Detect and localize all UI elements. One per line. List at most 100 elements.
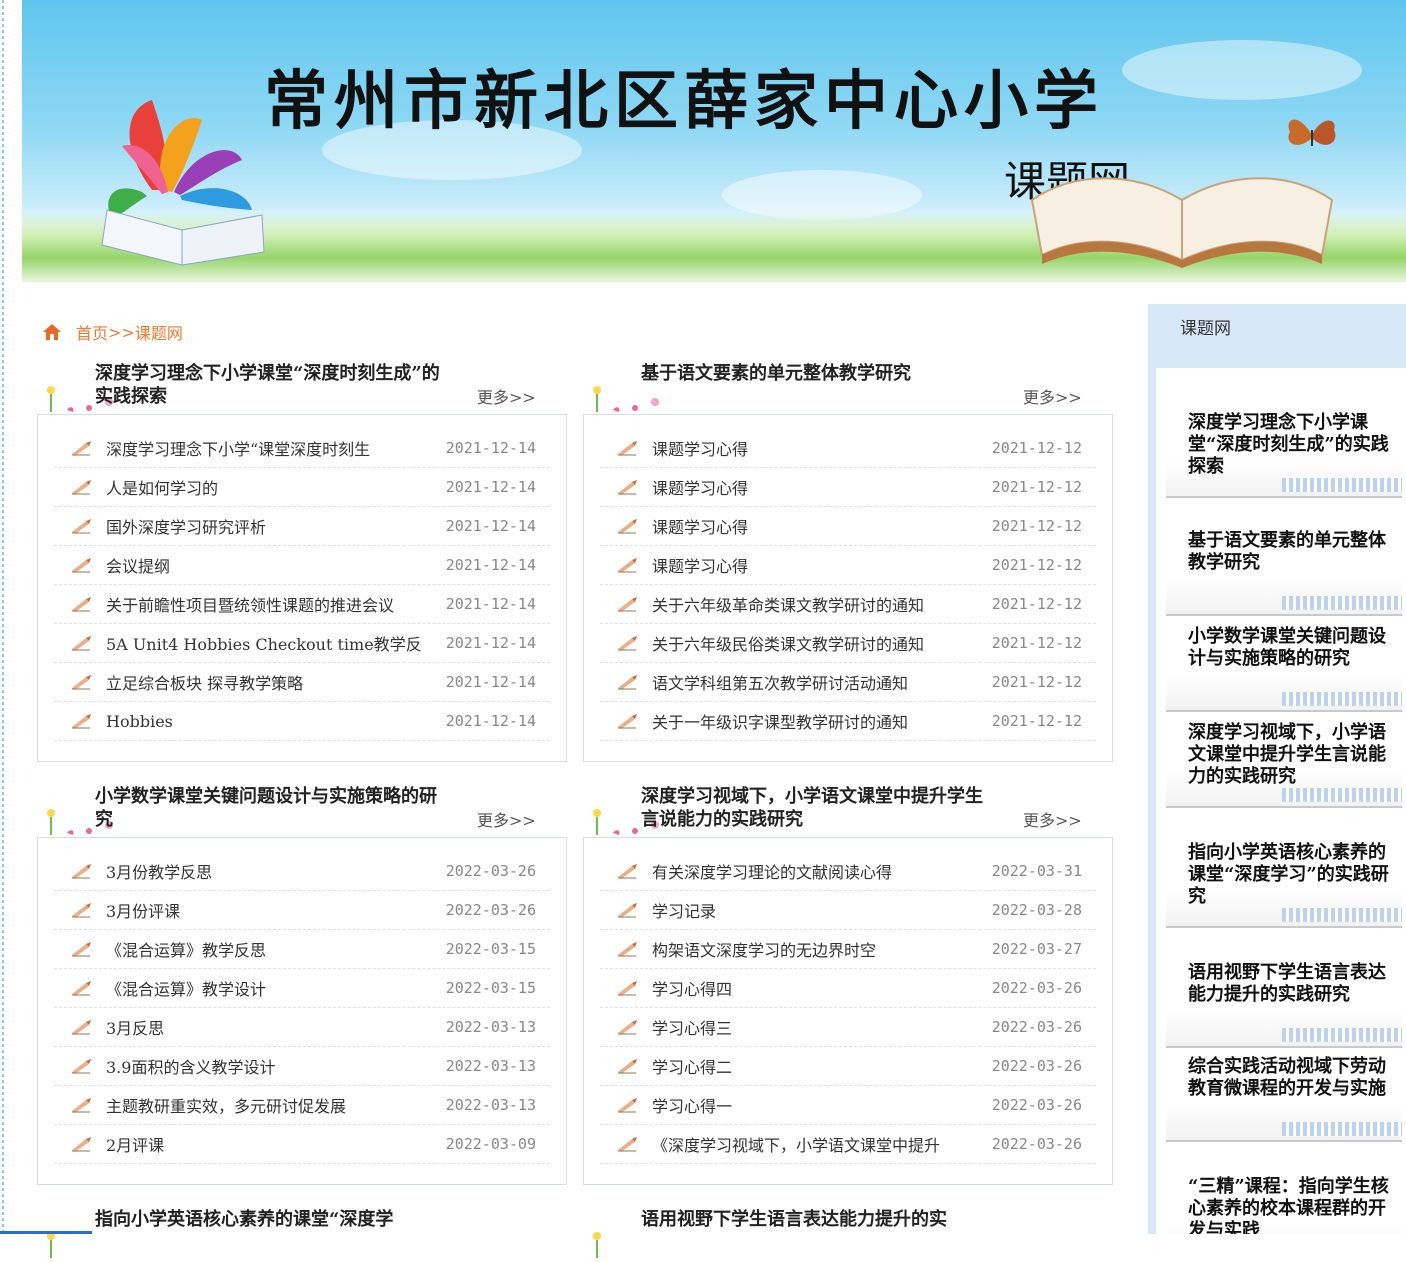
- breadcrumb: 首页 >> 课题网: [42, 320, 183, 344]
- article-link[interactable]: 学习心得三: [652, 1015, 980, 1039]
- article-link[interactable]: 3月份教学反思: [106, 859, 434, 883]
- article-link[interactable]: 学习心得一: [652, 1093, 980, 1117]
- article-link[interactable]: 人是如何学习的: [106, 475, 434, 499]
- more-link[interactable]: 更多>>: [477, 807, 536, 831]
- pencil-icon: [618, 597, 637, 612]
- article-date: 2021-12-14: [445, 595, 536, 613]
- pencil-icon: [618, 441, 637, 456]
- list-item: 有关深度学习理论的文献阅读心得 2022-03-31: [600, 852, 1096, 891]
- article-date: 2022-03-26: [991, 1057, 1082, 1075]
- article-link[interactable]: 关于六年级民俗类课文教学研讨的通知: [652, 631, 980, 655]
- book-splash-logo: [101, 100, 265, 266]
- article-link[interactable]: 5A Unit4 Hobbies Checkout time教学反: [106, 631, 434, 655]
- sidebar-item-link[interactable]: 语用视野下学生语言表达能力提升的实践研究: [1188, 962, 1396, 1006]
- sidebar-item[interactable]: 深度学习视域下，小学语文课堂中提升学生言说能力的实践研究: [1166, 714, 1402, 808]
- pencil-icon: [72, 903, 91, 918]
- panel-title[interactable]: 语用视野下学生语言表达能力提升的实: [641, 1208, 1021, 1231]
- page-left-border: [2, 0, 4, 1234]
- sidebar-item[interactable]: 综合实践活动视域下劳动教育微课程的开发与实施: [1166, 1048, 1402, 1142]
- pencil-icon: [618, 942, 637, 957]
- sidebar-item[interactable]: 指向小学英语核心素养的课堂“深度学习”的实践研究: [1166, 834, 1402, 928]
- article-link[interactable]: 学习记录: [652, 898, 980, 922]
- list-item: 学习记录 2022-03-28: [600, 891, 1096, 930]
- stripe-decoration: [1282, 1028, 1402, 1042]
- panel-title[interactable]: 深度学习理念下小学课堂“深度时刻生成”的实践探索: [95, 362, 445, 408]
- breadcrumb-separator: >>: [108, 322, 135, 342]
- sidebar-item[interactable]: 基于语文要素的单元整体教学研究: [1166, 522, 1402, 616]
- list-item: 2月评课 2022-03-09: [54, 1125, 550, 1164]
- sidebar-item[interactable]: 深度学习理念下小学课堂“深度时刻生成”的实践探索: [1166, 404, 1402, 498]
- pencil-icon: [618, 480, 637, 495]
- article-link[interactable]: 有关深度学习理论的文献阅读心得: [652, 859, 980, 883]
- sidebar-title: 课题网: [1180, 319, 1231, 339]
- article-link[interactable]: 深度学习理念下小学“课堂深度时刻生: [106, 436, 434, 460]
- breadcrumb-current-link[interactable]: 课题网: [135, 320, 183, 344]
- article-link[interactable]: 关于六年级革命类课文教学研讨的通知: [652, 592, 980, 616]
- sidebar-item-link[interactable]: 基于语文要素的单元整体教学研究: [1188, 530, 1396, 574]
- sidebar-item-link[interactable]: “三精”课程：指向学生核心素养的校本课程群的开发与实践: [1188, 1176, 1396, 1234]
- home-icon: [43, 324, 61, 340]
- article-date: 2021-12-12: [991, 673, 1082, 691]
- article-date: 2022-03-31: [991, 862, 1082, 880]
- article-link[interactable]: 学习心得二: [652, 1054, 980, 1078]
- article-date: 2022-03-26: [991, 1096, 1082, 1114]
- article-link[interactable]: 课题学习心得: [652, 436, 980, 460]
- article-link[interactable]: 3.9面积的含义教学设计: [106, 1054, 434, 1078]
- article-link[interactable]: Hobbies: [106, 712, 434, 731]
- article-link[interactable]: 3月份评课: [106, 898, 434, 922]
- article-link[interactable]: 国外深度学习研究评析: [106, 514, 434, 538]
- panel-title[interactable]: 基于语文要素的单元整体教学研究: [641, 362, 991, 385]
- article-link[interactable]: 课题学习心得: [652, 475, 980, 499]
- breadcrumb-home-link[interactable]: 首页: [76, 320, 108, 344]
- article-link[interactable]: 《深度学习视域下，小学语文课堂中提升: [652, 1132, 980, 1156]
- panel-title[interactable]: 小学数学课堂关键问题设计与实施策略的研究: [95, 785, 445, 831]
- article-link[interactable]: 关于一年级识字课型教学研讨的通知: [652, 709, 980, 733]
- article-link[interactable]: 《混合运算》教学设计: [106, 976, 434, 1000]
- article-date: 2021-12-14: [445, 439, 536, 457]
- sidebar-item-link[interactable]: 小学数学课堂关键问题设计与实施策略的研究: [1188, 626, 1396, 670]
- pencil-icon: [72, 480, 91, 495]
- article-date: 2021-12-12: [991, 712, 1082, 730]
- sidebar-item-link[interactable]: 综合实践活动视域下劳动教育微课程的开发与实施: [1188, 1056, 1396, 1100]
- pencil-icon: [72, 864, 91, 879]
- list-item: 主题教研重实效，多元研讨促发展 2022-03-13: [54, 1086, 550, 1125]
- article-link[interactable]: 学习心得四: [652, 976, 980, 1000]
- article-date: 2022-03-26: [445, 901, 536, 919]
- list-item: 3月份评课 2022-03-26: [54, 891, 550, 930]
- pencil-icon: [618, 1098, 637, 1113]
- sidebar-item[interactable]: “三精”课程：指向学生核心素养的校本课程群的开发与实践: [1166, 1168, 1402, 1234]
- stripe-decoration: [1282, 788, 1402, 802]
- article-panel: 深度学习理念下小学“课堂深度时刻生 2021-12-14 人是如何学习的 2021-…: [37, 414, 567, 762]
- sidebar-item[interactable]: 小学数学课堂关键问题设计与实施策略的研究: [1166, 618, 1402, 712]
- article-link[interactable]: 课题学习心得: [652, 553, 980, 577]
- article-date: 2021-12-14: [445, 712, 536, 730]
- cloud-decoration: [1122, 40, 1362, 100]
- article-link[interactable]: 课题学习心得: [652, 514, 980, 538]
- more-link[interactable]: 更多>>: [1023, 807, 1082, 831]
- article-link[interactable]: 2月评课: [106, 1132, 434, 1156]
- list-item: 学习心得二 2022-03-26: [600, 1047, 1096, 1086]
- article-date: 2022-03-13: [445, 1018, 536, 1036]
- panel-title[interactable]: 深度学习视域下，小学语文课堂中提升学生言说能力的实践研究: [641, 785, 991, 831]
- article-link[interactable]: 立足综合板块 探寻教学策略: [106, 670, 434, 694]
- sidebar-item-link[interactable]: 指向小学英语核心素养的课堂“深度学习”的实践研究: [1188, 842, 1396, 908]
- pencil-icon: [618, 519, 637, 534]
- article-link[interactable]: 《混合运算》教学反思: [106, 937, 434, 961]
- list-item: 关于六年级民俗类课文教学研讨的通知 2021-12-12: [600, 624, 1096, 663]
- article-link[interactable]: 构架语文深度学习的无边界时空: [652, 937, 980, 961]
- sidebar-item-link[interactable]: 深度学习理念下小学课堂“深度时刻生成”的实践探索: [1188, 412, 1396, 478]
- more-link[interactable]: 更多>>: [1023, 384, 1082, 408]
- more-link[interactable]: 更多>>: [477, 384, 536, 408]
- sidebar-item[interactable]: 语用视野下学生语言表达能力提升的实践研究: [1166, 954, 1402, 1048]
- panel-header: 深度学习理念下小学课堂“深度时刻生成”的实践探索 更多>>: [37, 362, 567, 412]
- article-link[interactable]: 语文学科组第五次教学研讨活动通知: [652, 670, 980, 694]
- pencil-icon: [618, 558, 637, 573]
- article-link[interactable]: 会议提纲: [106, 553, 434, 577]
- pencil-icon: [72, 981, 91, 996]
- sidebar-item-link[interactable]: 深度学习视域下，小学语文课堂中提升学生言说能力的实践研究: [1188, 722, 1396, 788]
- article-link[interactable]: 关于前瞻性项目暨统领性课题的推进会议: [106, 592, 434, 616]
- article-link[interactable]: 主题教研重实效，多元研讨促发展: [106, 1093, 434, 1117]
- article-link[interactable]: 3月反思: [106, 1015, 434, 1039]
- panel-title[interactable]: 指向小学英语核心素养的课堂“深度学: [95, 1208, 445, 1231]
- list-item: 《深度学习视域下，小学语文课堂中提升 2022-03-26: [600, 1125, 1096, 1164]
